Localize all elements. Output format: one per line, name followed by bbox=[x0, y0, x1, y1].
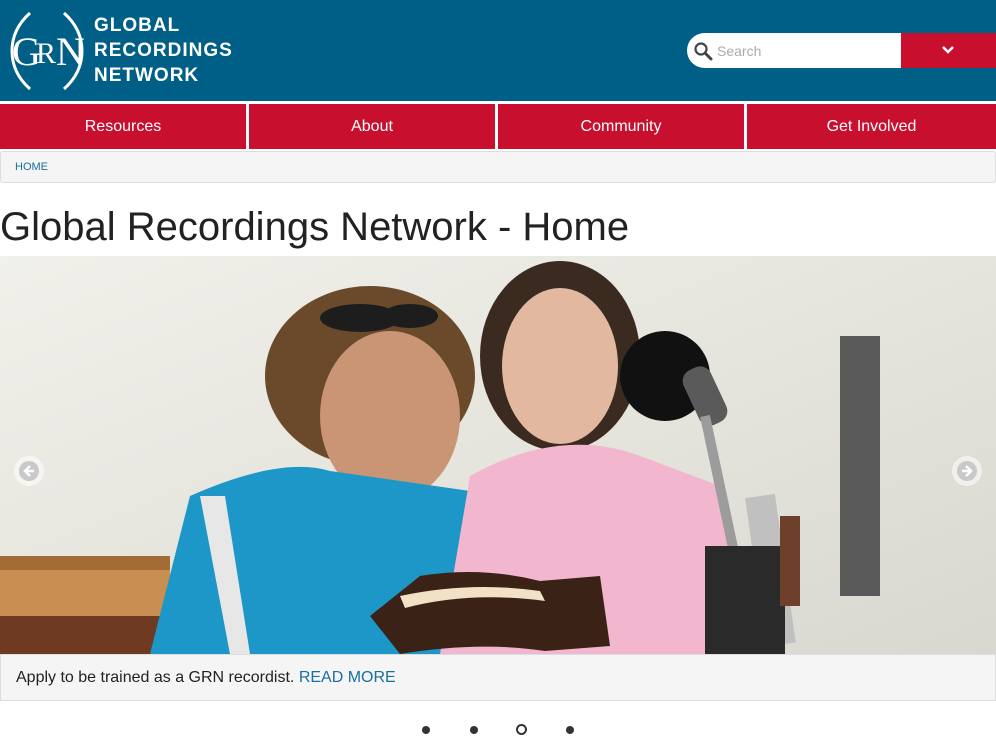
breadcrumb: HOME bbox=[0, 151, 996, 183]
logo-line: RECORDINGS bbox=[94, 40, 233, 61]
arrow-left-icon bbox=[19, 461, 39, 481]
nav-item-resources[interactable]: Resources bbox=[0, 104, 246, 149]
svg-text:N: N bbox=[56, 29, 85, 74]
arrow-right-icon bbox=[957, 461, 977, 481]
search-dropdown-button[interactable] bbox=[901, 33, 996, 68]
page-title: Global Recordings Network - Home bbox=[0, 205, 630, 249]
chevron-down-icon bbox=[942, 46, 954, 54]
caption-text: Apply to be trained as a GRN recordist. bbox=[16, 669, 295, 686]
nav-item-community[interactable]: Community bbox=[498, 104, 744, 149]
nav-item-about[interactable]: About bbox=[249, 104, 495, 149]
slide-photo bbox=[0, 256, 996, 654]
carousel-indicators bbox=[0, 722, 996, 738]
carousel-dot-3[interactable] bbox=[516, 724, 527, 735]
search-bar bbox=[687, 33, 996, 68]
carousel-dot-1[interactable] bbox=[422, 726, 430, 734]
site-header: G R N GLOBAL RECORDINGS NETWORK bbox=[0, 0, 996, 101]
caption-text-wrap: Apply to be trained as a GRN recordist. … bbox=[16, 669, 396, 687]
svg-text:R: R bbox=[36, 37, 56, 70]
search-input[interactable] bbox=[717, 33, 897, 68]
carousel-caption: Apply to be trained as a GRN recordist. … bbox=[0, 654, 996, 701]
main-nav: Resources About Community Get Involved bbox=[0, 104, 996, 149]
logo-wordmark: GLOBAL RECORDINGS NETWORK bbox=[94, 13, 233, 88]
site-logo[interactable]: G R N GLOBAL RECORDINGS NETWORK bbox=[6, 7, 236, 95]
logo-line: GLOBAL bbox=[94, 15, 181, 36]
carousel-dot-2[interactable] bbox=[470, 726, 478, 734]
read-more-link[interactable]: READ MORE bbox=[299, 669, 396, 686]
carousel-next-button[interactable] bbox=[952, 456, 982, 486]
breadcrumb-home-link[interactable]: HOME bbox=[15, 161, 48, 173]
carousel-slide-image[interactable] bbox=[0, 256, 996, 654]
carousel-dot-4[interactable] bbox=[566, 726, 574, 734]
grn-logo-mark: G R N bbox=[10, 11, 85, 91]
logo-line: NETWORK bbox=[94, 65, 200, 86]
nav-item-get-involved[interactable]: Get Involved bbox=[747, 104, 996, 149]
search-icon[interactable] bbox=[693, 41, 713, 61]
search-box bbox=[687, 33, 902, 68]
carousel-prev-button[interactable] bbox=[14, 456, 44, 486]
